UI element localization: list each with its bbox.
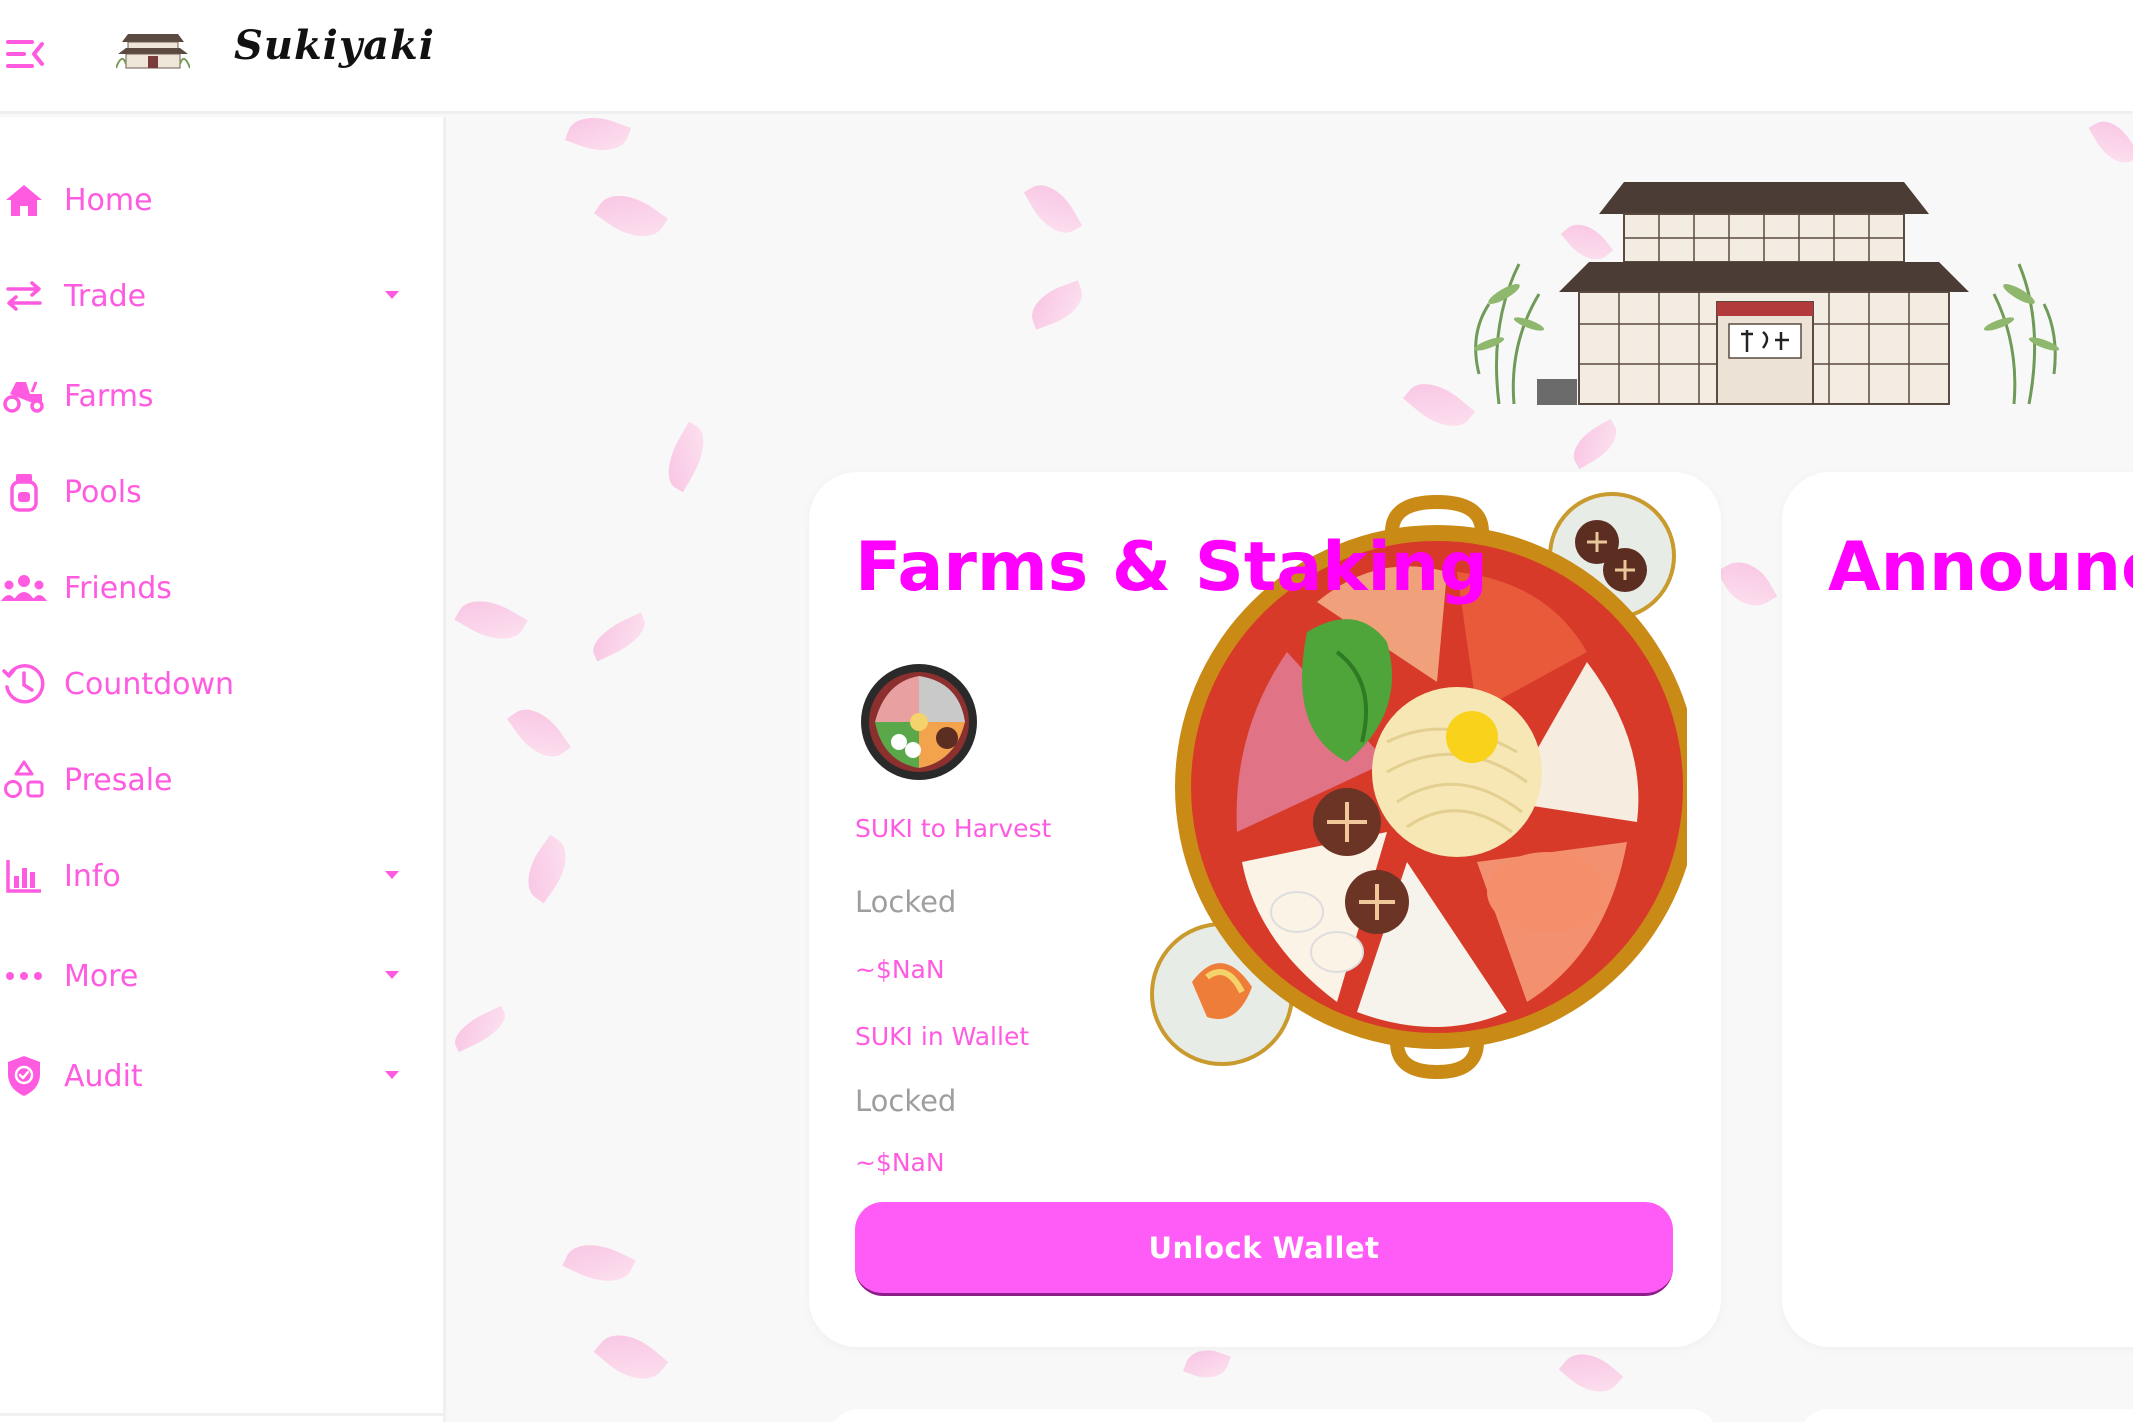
cherry-petal-icon bbox=[1183, 1343, 1231, 1385]
sidebar-item-label: More bbox=[64, 958, 139, 994]
sidebar-item-trade[interactable]: Trade bbox=[0, 265, 420, 327]
wallet-label: SUKI in Wallet bbox=[855, 1022, 1030, 1051]
unlock-wallet-button[interactable]: Unlock Wallet bbox=[855, 1202, 1673, 1296]
harvest-label: SUKI to Harvest bbox=[855, 814, 1052, 843]
cherry-petal-icon bbox=[1023, 175, 1083, 243]
sidebar-divider bbox=[0, 1413, 446, 1416]
sidebar-item-home[interactable]: Home bbox=[0, 169, 420, 231]
sidebar-item-label: Farms bbox=[64, 378, 154, 414]
next-card bbox=[829, 1409, 1719, 1422]
cherry-petal-icon bbox=[507, 698, 571, 768]
harvest-value: Locked bbox=[855, 885, 957, 919]
more-dots-icon bbox=[0, 952, 48, 1000]
sidebar-item-label: Audit bbox=[64, 1058, 143, 1094]
cherry-petal-icon bbox=[2088, 117, 2133, 172]
sidebar: Home Trade Farms Pools Friends Countdown bbox=[0, 117, 446, 1422]
cherry-petal-icon bbox=[1565, 418, 1625, 470]
next-card bbox=[1799, 1409, 2133, 1422]
cherry-petal-icon bbox=[449, 1005, 512, 1053]
chevron-down-icon[interactable] bbox=[385, 871, 399, 879]
sidebar-item-label: Info bbox=[64, 858, 121, 894]
sidebar-item-label: Friends bbox=[64, 570, 172, 606]
sidebar-item-countdown[interactable]: Countdown bbox=[0, 653, 420, 715]
main-content: Farms & Staking SUKI to Harvest Locked ~… bbox=[449, 117, 2133, 1422]
announcements-card: Announc bbox=[1782, 472, 2133, 1347]
top-bar: Sukiyaki bbox=[0, 0, 2133, 114]
cherry-petal-icon bbox=[1716, 551, 1778, 617]
cherry-petal-icon bbox=[562, 1233, 636, 1293]
menu-collapse-icon[interactable] bbox=[2, 34, 50, 74]
pool-jar-icon bbox=[0, 468, 48, 516]
cherry-petal-icon bbox=[515, 834, 579, 904]
cherry-petal-icon bbox=[1558, 1341, 1624, 1405]
sidebar-item-farms[interactable]: Farms bbox=[0, 365, 420, 427]
card-title: Farms & Staking bbox=[855, 528, 1488, 607]
sidebar-item-label: Home bbox=[64, 182, 153, 218]
sidebar-item-info[interactable]: Info bbox=[0, 845, 420, 907]
brand-logo-icon[interactable] bbox=[115, 30, 191, 70]
farms-staking-card: Farms & Staking SUKI to Harvest Locked ~… bbox=[809, 472, 1721, 1347]
chevron-down-icon[interactable] bbox=[385, 971, 399, 979]
shapes-icon bbox=[0, 756, 48, 804]
sidebar-item-audit[interactable]: Audit bbox=[0, 1045, 420, 1107]
sidebar-item-pools[interactable]: Pools bbox=[0, 461, 420, 523]
home-icon bbox=[0, 176, 48, 224]
cherry-petal-icon bbox=[1025, 280, 1089, 330]
japanese-house-illustration bbox=[1459, 174, 2069, 414]
cherry-petal-icon bbox=[586, 612, 652, 662]
wallet-value: Locked bbox=[855, 1084, 957, 1118]
sidebar-item-label: Pools bbox=[64, 474, 142, 510]
harvest-usd-value: ~$NaN bbox=[855, 955, 945, 984]
suki-token-icon bbox=[855, 662, 983, 782]
sidebar-item-label: Presale bbox=[64, 762, 173, 798]
tractor-icon bbox=[0, 372, 48, 420]
cherry-petal-icon bbox=[593, 182, 669, 250]
clock-history-icon bbox=[0, 660, 48, 708]
cherry-petal-icon bbox=[454, 588, 528, 652]
chevron-down-icon[interactable] bbox=[385, 291, 399, 299]
cherry-petal-icon bbox=[593, 1321, 669, 1393]
cherry-petal-icon bbox=[564, 117, 632, 160]
sidebar-item-more[interactable]: More bbox=[0, 945, 420, 1007]
cherry-petal-icon bbox=[657, 421, 715, 493]
shield-check-icon bbox=[0, 1052, 48, 1100]
brand-name[interactable]: Sukiyaki bbox=[234, 22, 435, 69]
sidebar-item-friends[interactable]: Friends bbox=[0, 557, 420, 619]
swap-arrows-icon bbox=[0, 272, 48, 320]
card-title: Announc bbox=[1828, 528, 2133, 607]
bar-chart-icon bbox=[0, 852, 48, 900]
sidebar-item-label: Trade bbox=[64, 278, 147, 314]
sidebar-item-label: Countdown bbox=[64, 666, 235, 702]
group-icon bbox=[0, 564, 48, 612]
sidebar-item-presale[interactable]: Presale bbox=[0, 749, 420, 811]
wallet-usd-value: ~$NaN bbox=[855, 1148, 945, 1177]
chevron-down-icon[interactable] bbox=[385, 1071, 399, 1079]
